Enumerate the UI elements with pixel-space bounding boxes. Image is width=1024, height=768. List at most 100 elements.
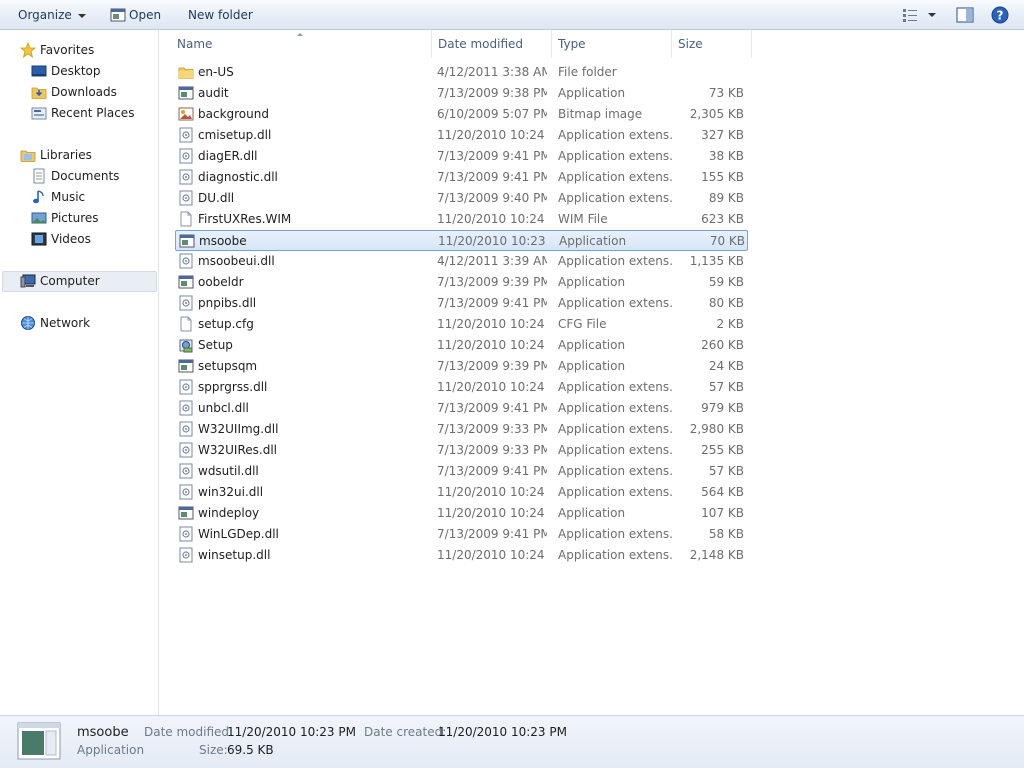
file-size: 2,980 KB (689, 422, 744, 436)
file-type: Application extens... (558, 170, 673, 184)
file-type: Application (558, 506, 626, 520)
file-date-modified: 11/20/2010 10:24 ... (437, 317, 547, 331)
blank-file-icon (180, 316, 192, 332)
help-button[interactable]: ? (991, 6, 1009, 24)
file-row[interactable]: diagnostic.dll 7/13/2009 9:41 PM Applicati… (175, 167, 748, 188)
file-date-modified: 7/13/2009 9:41 PM (437, 527, 547, 541)
dll-icon (179, 442, 193, 458)
file-name: msoobe (199, 234, 247, 248)
application-icon (178, 275, 194, 289)
file-name: win32ui.dll (198, 485, 264, 499)
file-row[interactable]: windeploy 11/20/2010 10:24 ... Application… (175, 503, 748, 524)
help-icon: ? (991, 6, 1009, 24)
file-type: Application extens... (558, 464, 673, 478)
file-type: Application extens... (558, 128, 673, 142)
folder-icon (178, 67, 194, 79)
nav-label: Pictures (51, 211, 99, 225)
file-row[interactable]: winsetup.dll 11/20/2010 10:24 ... Applicat… (175, 545, 748, 566)
file-date-modified: 7/13/2009 9:33 PM (437, 422, 547, 436)
new-folder-button[interactable]: New folder (188, 0, 253, 30)
file-date-modified: 11/20/2010 10:24 ... (437, 380, 547, 394)
file-row[interactable]: en-US 4/12/2011 3:38 AM File folder (175, 62, 748, 83)
file-size: 107 KB (701, 506, 744, 520)
file-type: Application extens... (558, 527, 673, 541)
open-button[interactable]: Open (110, 0, 161, 30)
navigation-pane: Favorites Desktop Downloads Recent Place… (0, 30, 159, 715)
file-size: 57 KB (708, 464, 744, 478)
file-row[interactable]: msoobeui.dll 4/12/2011 3:39 AM Application… (175, 251, 748, 272)
file-row[interactable]: spprgrss.dll 11/20/2010 10:24 ... Applicat… (175, 377, 748, 398)
file-row[interactable]: msoobe 11/20/2010 10:23 ... Application 70 … (175, 230, 748, 251)
file-row[interactable]: background 6/10/2009 5:07 PM Bitmap image 2… (175, 104, 748, 125)
file-name: Setup (198, 338, 233, 352)
file-date-modified: 11/20/2010 10:24 ... (437, 485, 547, 499)
application-icon (178, 359, 194, 373)
file-date-modified: 7/13/2009 9:40 PM (437, 191, 547, 205)
file-size: 59 KB (708, 275, 744, 289)
file-row[interactable]: unbcl.dll 7/13/2009 9:41 PM Application ex… (175, 398, 748, 419)
file-type: Application extens... (558, 380, 673, 394)
details-date-created-label: Date created: (364, 725, 447, 739)
file-row[interactable]: DU.dll 7/13/2009 9:40 PM Application exten… (175, 188, 748, 209)
file-row[interactable]: pnpibs.dll 7/13/2009 9:41 PM Application e… (175, 293, 748, 314)
downloads-folder-icon (31, 87, 47, 99)
file-name: FirstUXRes.WIM (198, 212, 292, 226)
file-size: 564 KB (701, 485, 744, 499)
computer-icon (20, 274, 36, 288)
file-type: Application (559, 234, 627, 248)
file-date-modified: 7/13/2009 9:41 PM (437, 170, 547, 184)
column-header-size[interactable]: Size (672, 30, 752, 58)
file-row[interactable]: win32ui.dll 11/20/2010 10:24 ... Applicati… (175, 482, 748, 503)
file-name: winsetup.dll (198, 548, 271, 562)
file-row[interactable]: setupsqm 7/13/2009 9:39 PM Application 24 K… (175, 356, 748, 377)
application-icon (17, 722, 61, 760)
view-details-icon (903, 9, 917, 22)
file-size: 623 KB (701, 212, 744, 226)
file-name: en-US (198, 65, 234, 79)
file-size: 979 KB (701, 401, 744, 415)
nav-label: Downloads (51, 85, 117, 99)
dll-icon (179, 148, 193, 164)
file-row[interactable]: W32UIImg.dll 7/13/2009 9:33 PM Application… (175, 419, 748, 440)
nav-label: Documents (51, 169, 120, 183)
dll-icon (179, 190, 193, 206)
file-row[interactable]: diagER.dll 7/13/2009 9:41 PM Application e… (175, 146, 748, 167)
libraries-icon (20, 150, 36, 162)
file-date-modified: 7/13/2009 9:41 PM (437, 149, 547, 163)
file-name: audit (198, 86, 229, 100)
organize-button[interactable]: Organize (18, 0, 86, 30)
file-row[interactable]: audit 7/13/2009 9:38 PM Application 73 KB (175, 83, 748, 104)
file-type: Application extens... (558, 401, 673, 415)
file-row[interactable]: cmisetup.dll 11/20/2010 10:24 ... Applicat… (175, 125, 748, 146)
file-name: msoobeui.dll (198, 254, 275, 268)
column-header-date-modified[interactable]: Date modified (432, 30, 552, 58)
file-row[interactable]: Setup 11/20/2010 10:24 ... Application 260 … (175, 335, 748, 356)
file-row[interactable]: WinLGDep.dll 7/13/2009 9:41 PM Application… (175, 524, 748, 545)
preview-pane-button[interactable] (956, 6, 974, 24)
file-type: Application extens... (558, 296, 673, 310)
setup-icon (179, 339, 193, 353)
file-name: spprgrss.dll (198, 380, 268, 394)
file-row[interactable]: oobeldr 7/13/2009 9:39 PM Application 59 KB (175, 272, 748, 293)
file-row[interactable]: setup.cfg 11/20/2010 10:24 ... CFG File 2 K… (175, 314, 748, 335)
file-name: cmisetup.dll (198, 128, 272, 142)
file-row[interactable]: W32UIRes.dll 7/13/2009 9:33 PM Application… (175, 440, 748, 461)
file-name: WinLGDep.dll (198, 527, 279, 541)
dll-icon (179, 526, 193, 542)
column-header-name[interactable]: Name (171, 30, 432, 58)
command-bar: Organize Open New folder ? (0, 0, 1024, 30)
column-header-type[interactable]: Type (552, 30, 672, 58)
file-date-modified: 11/20/2010 10:23 ... (438, 234, 548, 248)
file-type: Application (558, 359, 626, 373)
file-type: Application extens... (558, 422, 673, 436)
file-type: Application extens... (558, 443, 673, 457)
music-note-icon (33, 190, 44, 204)
file-name: diagER.dll (198, 149, 258, 163)
network-icon (21, 316, 35, 330)
details-date-created-value: 11/20/2010 10:23 PM (438, 725, 567, 739)
column-header-label: Date modified (438, 37, 524, 51)
dll-icon (179, 547, 193, 563)
change-view-button[interactable] (902, 6, 940, 24)
file-row[interactable]: wdsutil.dll 7/13/2009 9:41 PM Application … (175, 461, 748, 482)
file-row[interactable]: FirstUXRes.WIM 11/20/2010 10:24 ... WIM Fi… (175, 209, 748, 230)
